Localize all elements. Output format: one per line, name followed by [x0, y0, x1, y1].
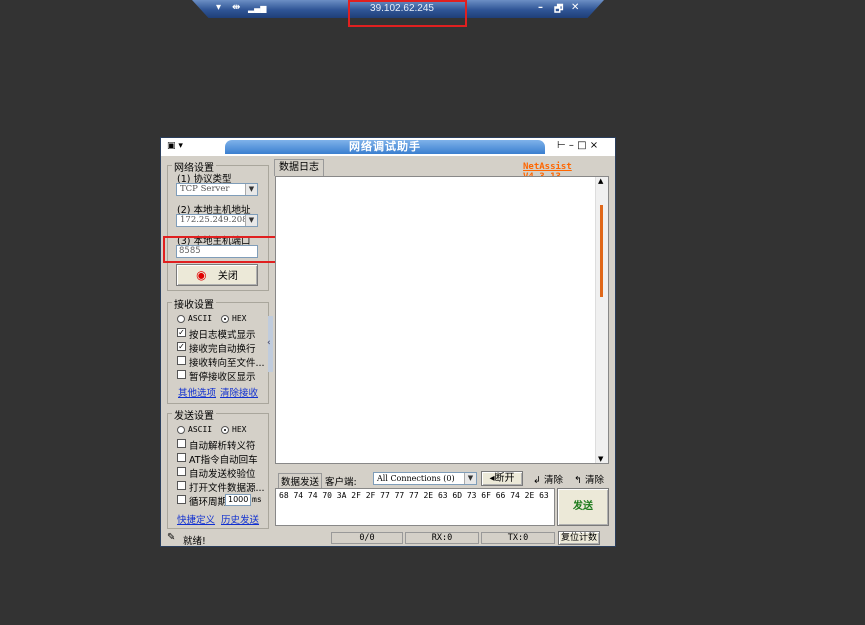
pin-icon[interactable]: ⊢	[557, 140, 566, 151]
protocol-value: TCP Server	[180, 184, 230, 194]
send-group-title: 发送设置	[172, 407, 216, 422]
receive-ascii-radio[interactable]	[177, 315, 185, 323]
receive-group-title: 接收设置	[172, 296, 216, 311]
chevron-up-icon[interactable]: ▲	[598, 177, 603, 185]
count-field: 0/0	[331, 532, 403, 544]
disconnect-label: 断开	[494, 473, 515, 484]
receive-ascii-label: ASCII	[188, 314, 213, 323]
ip-highlight-box	[348, 0, 467, 27]
window-title: 网络调试助手	[225, 140, 545, 154]
send-option-label: 自动解析转义符	[189, 441, 256, 452]
clear-all-button[interactable]: ↰ 清除	[574, 472, 604, 486]
status-icon: ✎	[167, 532, 176, 543]
clear-send-button[interactable]: ↲ 清除	[533, 472, 563, 486]
log-scrollbar[interactable]: ▲ ▼	[595, 177, 608, 463]
rx-field: RX:0	[405, 532, 479, 544]
title-bar: ▣ ▾ 网络调试助手 ⊢ – □ ×	[161, 138, 615, 156]
receive-hex-radio[interactable]	[221, 315, 229, 323]
data-log-area[interactable]	[275, 176, 609, 464]
status-bar: ✎ 就绪! 0/0 RX:0 TX:0 复位计数	[161, 530, 615, 547]
close-button[interactable]: ×	[590, 140, 598, 151]
panel-splitter[interactable]: ‹	[267, 316, 273, 372]
clear-up-arrow-icon: ↰	[574, 475, 582, 486]
send-button[interactable]: 发送	[557, 488, 609, 526]
receive-option-checkbox[interactable]	[177, 370, 186, 379]
pin-icon[interactable]: ▾	[216, 2, 221, 13]
tab-data-log[interactable]: 数据日志	[274, 159, 324, 176]
shortcut-define-link[interactable]: 快捷定义	[177, 512, 215, 526]
connect-button-label: 关闭	[217, 271, 238, 282]
status-text: 就绪!	[183, 536, 206, 547]
chevron-left-icon[interactable]: ‹	[267, 338, 271, 348]
connection-icon[interactable]: ⇹	[232, 2, 240, 13]
chevron-down-icon[interactable]: ▼	[598, 455, 603, 463]
signal-icon: ▂▄▆	[248, 4, 267, 13]
send-option-checkbox[interactable]	[177, 439, 186, 448]
receive-option-label: 接收完自动换行	[189, 344, 256, 355]
send-option-label: AT指令自动回车	[189, 455, 258, 466]
maximize-button[interactable]: □	[577, 140, 586, 151]
client-value: All Connections (0)	[377, 474, 455, 483]
chevron-down-icon[interactable]: ▼	[464, 473, 476, 484]
minimize-button[interactable]: –	[569, 140, 574, 151]
remote-minimize-button[interactable]: –	[538, 2, 543, 13]
clear-arrow-icon: ↲	[533, 475, 541, 486]
receive-hex-label: HEX	[232, 314, 247, 323]
protocol-select[interactable]: TCP Server ▼	[176, 183, 258, 196]
send-option-label: 自动发送校验位	[189, 469, 256, 480]
tx-field: TX:0	[481, 532, 555, 544]
send-option-checkbox[interactable]	[177, 481, 186, 490]
reset-count-button[interactable]: 复位计数	[558, 531, 600, 545]
receive-more-options-link[interactable]: 其他选项	[178, 385, 216, 399]
receive-option-label: 按日志模式显示	[189, 330, 256, 341]
cycle-period-input[interactable]: 1000	[225, 494, 251, 506]
send-hex-label: HEX	[232, 425, 247, 434]
clear-receive-link[interactable]: 清除接收	[220, 385, 258, 399]
send-option-label: 循环周期	[189, 497, 228, 508]
remote-close-button[interactable]: ✕	[571, 2, 579, 13]
chevron-down-icon[interactable]: ▼	[245, 215, 257, 226]
send-option-label: 打开文件数据源...	[189, 483, 265, 494]
system-menu-icon[interactable]: ▣ ▾	[167, 141, 183, 151]
disconnect-button[interactable]: ◂断开	[481, 471, 523, 486]
receive-option-checkbox[interactable]: ✓	[177, 328, 186, 337]
send-option-checkbox[interactable]	[177, 453, 186, 462]
send-ascii-label: ASCII	[188, 425, 213, 434]
receive-option-label: 接收转向至文件...	[189, 358, 265, 369]
host-select[interactable]: 172.25.249.208 ▼	[176, 214, 258, 227]
port-highlight-box	[163, 236, 277, 263]
record-icon: ◉	[196, 268, 207, 282]
send-hex-radio[interactable]	[221, 426, 229, 434]
netassist-window: ▣ ▾ 网络调试助手 ⊢ – □ × 网络设置 (1) 协议类型 TCP Ser…	[160, 137, 616, 547]
client-label: 客户端:	[325, 477, 357, 488]
scrollbar-thumb[interactable]	[600, 205, 603, 297]
window-controls: ⊢ – □ ×	[557, 140, 598, 151]
receive-option-label: 暂停接收区显示	[189, 372, 256, 383]
send-option-checkbox[interactable]	[177, 495, 186, 504]
connect-toggle-button[interactable]: ◉ 关闭	[176, 264, 258, 286]
remote-restore-button[interactable]: 🗗	[554, 2, 563, 18]
receive-option-checkbox[interactable]	[177, 356, 186, 365]
send-ascii-radio[interactable]	[177, 426, 185, 434]
send-input[interactable]: 68 74 74 70 3A 2F 2F 77 77 77 2E 63 6D 7…	[275, 488, 555, 526]
client-select[interactable]: All Connections (0) ▼	[373, 472, 477, 485]
cycle-unit-label: ms	[252, 495, 262, 504]
clear-label: 清除	[585, 475, 605, 486]
clear-label: 清除	[544, 475, 564, 486]
receive-option-checkbox[interactable]: ✓	[177, 342, 186, 351]
host-value: 172.25.249.208	[180, 215, 248, 225]
chevron-down-icon[interactable]: ▼	[245, 184, 257, 195]
send-option-checkbox[interactable]	[177, 467, 186, 476]
tab-data-send[interactable]: 数据发送	[278, 473, 323, 489]
send-history-link[interactable]: 历史发送	[221, 512, 259, 526]
